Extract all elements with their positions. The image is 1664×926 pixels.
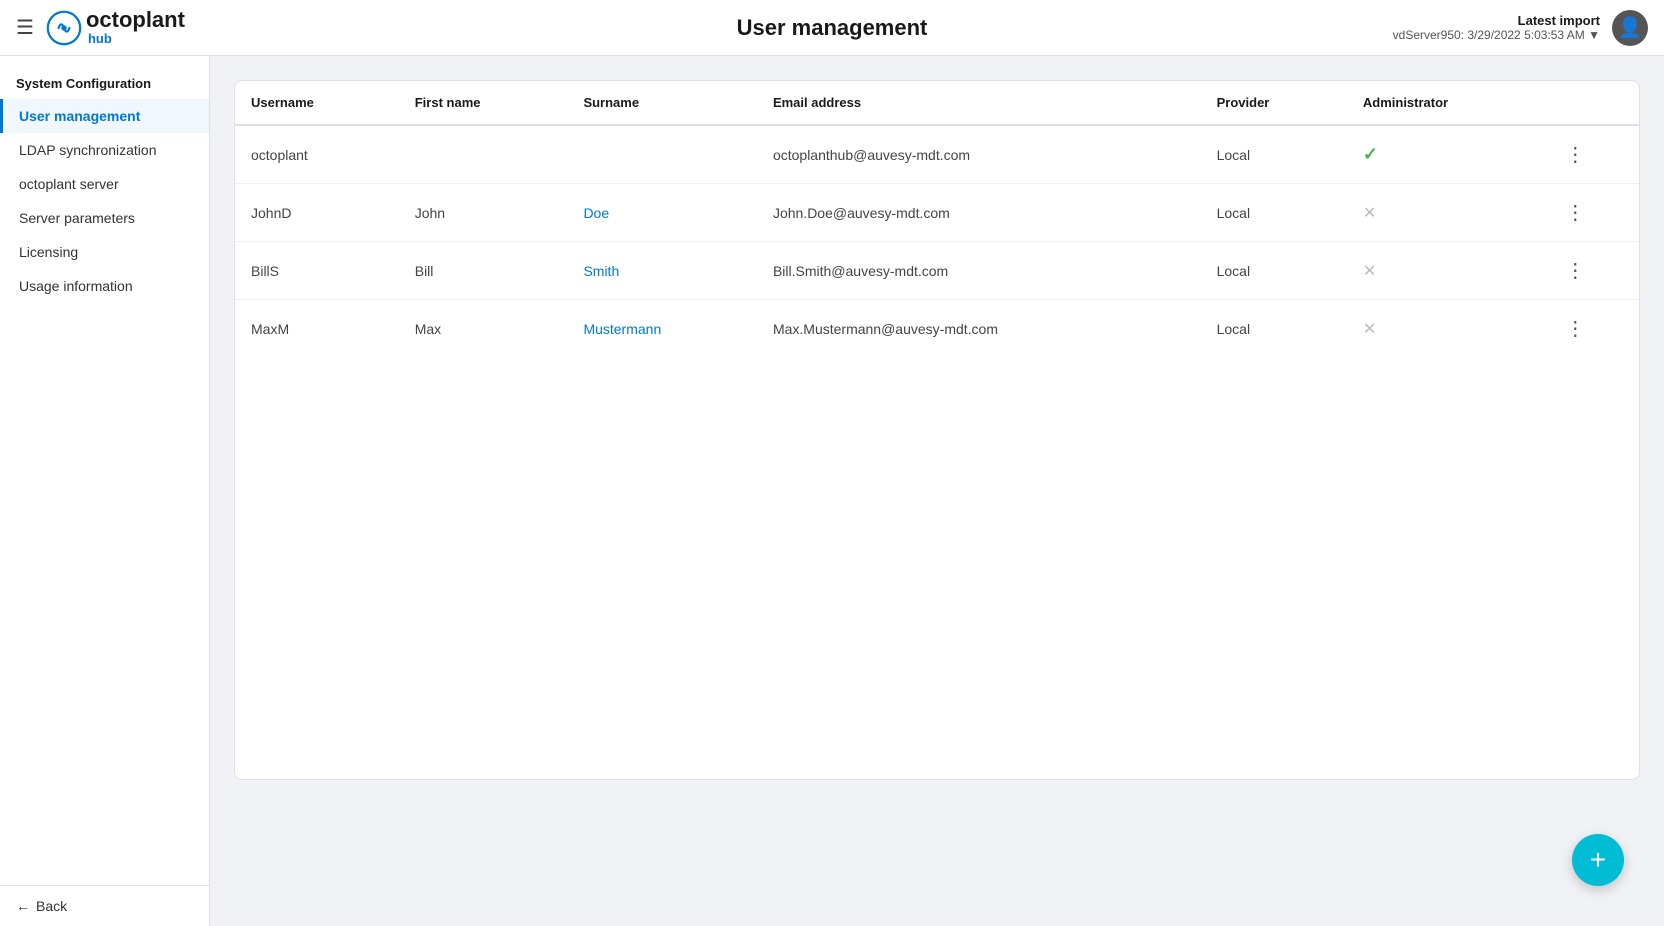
cell-surname: Mustermann (567, 300, 757, 358)
sidebar-bottom: ← Back (0, 885, 209, 926)
latest-import-section: Latest import vdServer950: 3/29/2022 5:0… (1393, 13, 1600, 42)
cell-email: John.Doe@auvesy-mdt.com (757, 184, 1201, 242)
cell-surname (567, 125, 757, 184)
cell-surname: Smith (567, 242, 757, 300)
col-username: Username (235, 81, 399, 125)
cell-username: octoplant (235, 125, 399, 184)
page-title: User management (737, 15, 928, 41)
latest-import-value[interactable]: vdServer950: 3/29/2022 5:03:53 AM ▼ (1393, 28, 1600, 42)
cell-username: JohnD (235, 184, 399, 242)
checkmark-icon: ✓ (1363, 144, 1378, 164)
cell-firstname: Max (399, 300, 568, 358)
row-menu-button[interactable]: ⋮ (1565, 202, 1585, 224)
col-provider: Provider (1201, 81, 1347, 125)
table-row: octoplant octoplanthub@auvesy-mdt.comLoca… (235, 125, 1639, 184)
col-email: Email address (757, 81, 1201, 125)
cross-icon: ✕ (1363, 321, 1376, 338)
cell-firstname (399, 125, 568, 184)
cell-username: BillS (235, 242, 399, 300)
sidebar-item-usage-information[interactable]: Usage information (0, 269, 209, 303)
cell-administrator: ✕ (1347, 300, 1549, 358)
main-layout: System Configuration User management LDA… (0, 56, 1664, 926)
sidebar-item-octoplant-server[interactable]: octoplant server (0, 167, 209, 201)
menu-icon[interactable]: ☰ (16, 15, 34, 40)
cell-provider: Local (1201, 242, 1347, 300)
col-actions (1549, 81, 1639, 125)
back-button[interactable]: ← Back (16, 898, 193, 914)
sidebar-item-server-parameters[interactable]: Server parameters (0, 201, 209, 235)
cell-email: Bill.Smith@auvesy-mdt.com (757, 242, 1201, 300)
table-row: MaxMMaxMustermannMax.Mustermann@auvesy-m… (235, 300, 1639, 358)
sidebar-section-title: System Configuration (0, 64, 209, 99)
row-menu-button[interactable]: ⋮ (1565, 144, 1585, 166)
col-administrator: Administrator (1347, 81, 1549, 125)
cell-surname: Doe (567, 184, 757, 242)
sidebar-item-ldap[interactable]: LDAP synchronization (0, 133, 209, 167)
cell-provider: Local (1201, 300, 1347, 358)
logo-area: octoplant hub (46, 9, 185, 46)
cell-actions: ⋮ (1549, 300, 1639, 358)
cell-username: MaxM (235, 300, 399, 358)
row-menu-button[interactable]: ⋮ (1565, 260, 1585, 282)
cell-administrator: ✕ (1347, 242, 1549, 300)
sidebar-item-user-management[interactable]: User management (0, 99, 209, 133)
cell-actions: ⋮ (1549, 184, 1639, 242)
cell-email: Max.Mustermann@auvesy-mdt.com (757, 300, 1201, 358)
cell-administrator: ✓ (1347, 125, 1549, 184)
main-content: Username First name Surname Email addres… (210, 56, 1664, 926)
back-arrow-icon: ← (16, 898, 30, 914)
cell-actions: ⋮ (1549, 242, 1639, 300)
row-menu-button[interactable]: ⋮ (1565, 318, 1585, 340)
app-header: ☰ octoplant hub User management Latest i… (0, 0, 1664, 56)
sidebar-item-licensing[interactable]: Licensing (0, 235, 209, 269)
table-row: JohnDJohnDoeJohn.Doe@auvesy-mdt.comLocal… (235, 184, 1639, 242)
user-table-card: Username First name Surname Email addres… (234, 80, 1640, 780)
cell-firstname: Bill (399, 242, 568, 300)
cross-icon: ✕ (1363, 263, 1376, 280)
cell-email: octoplanthub@auvesy-mdt.com (757, 125, 1201, 184)
col-surname: Surname (567, 81, 757, 125)
cell-firstname: John (399, 184, 568, 242)
logo-brand: octoplant hub (86, 9, 185, 46)
cross-icon: ✕ (1363, 205, 1376, 222)
col-firstname: First name (399, 81, 568, 125)
cell-provider: Local (1201, 184, 1347, 242)
header-right: Latest import vdServer950: 3/29/2022 5:0… (1393, 10, 1648, 46)
cell-actions: ⋮ (1549, 125, 1639, 184)
user-table: Username First name Surname Email addres… (235, 81, 1639, 357)
table-header-row: Username First name Surname Email addres… (235, 81, 1639, 125)
latest-import-label: Latest import (1393, 13, 1600, 28)
cell-administrator: ✕ (1347, 184, 1549, 242)
avatar[interactable]: 👤 (1612, 10, 1648, 46)
add-user-button[interactable]: + (1572, 834, 1624, 886)
table-row: BillSBillSmithBill.Smith@auvesy-mdt.comL… (235, 242, 1639, 300)
cell-provider: Local (1201, 125, 1347, 184)
sidebar: System Configuration User management LDA… (0, 56, 210, 926)
